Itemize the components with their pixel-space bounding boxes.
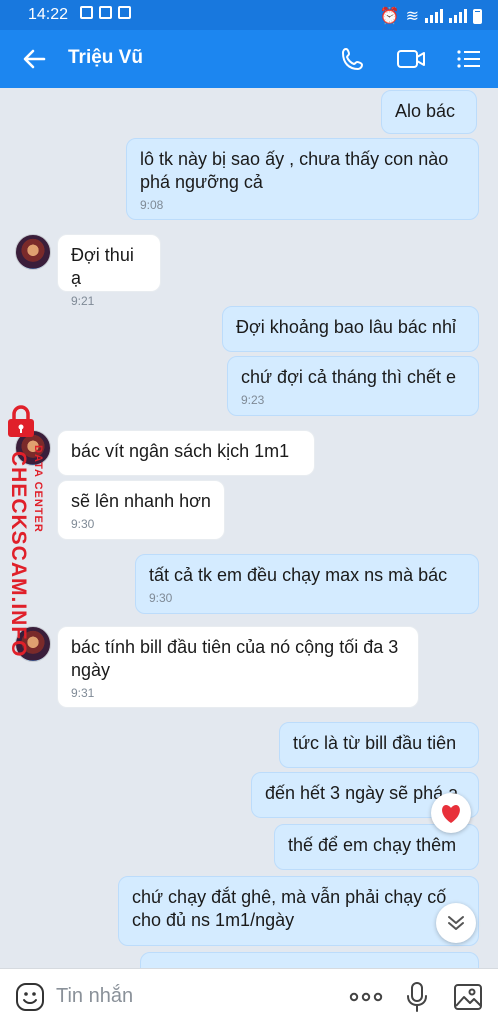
message-text: thế để em chạy thêm [288, 835, 457, 855]
message-bubble-sent[interactable]: chứ đợi cả tháng thì chết e 9:23 [227, 356, 479, 416]
message-text: bác tính bill đầu tiên của nó cộng tối đ… [71, 637, 399, 680]
image-gallery-icon[interactable] [452, 981, 484, 1018]
heart-icon [442, 805, 460, 823]
message-bubble-sent[interactable]: Đợi khoảng bao lâu bác nhỉ [222, 306, 479, 352]
sticker-emoji-icon[interactable] [14, 981, 46, 1018]
signal-icon [425, 9, 443, 23]
message-text: chứ đợi cả tháng thì chết e [241, 367, 456, 387]
message-bubble-sent[interactable]: chứ chạy đắt ghê, mà vẫn phải chạy cố ch… [118, 876, 479, 946]
message-text: Đợi khoảng bao lâu bác nhỉ [236, 317, 456, 337]
message-time: 9:30 [149, 591, 173, 605]
message-bubble-sent[interactable]: lô tk này bị sao ấy , chưa thấy con nào … [126, 138, 479, 220]
message-text: đến hết 3 ngày sẽ phá ạ [265, 783, 459, 803]
watermark: CHECKSCAM.INFO DATA CENTER [4, 405, 56, 658]
contact-name[interactable]: Triệu Vũ [68, 47, 143, 69]
message-bubble-sent[interactable]: tức là từ bill đầu tiên [279, 722, 479, 768]
message-text: tức là từ bill đầu tiên [293, 733, 457, 753]
notification-icons [80, 6, 131, 19]
watermark-text: CHECKSCAM.INFO [7, 451, 30, 658]
message-time: 9:21 [71, 294, 95, 308]
message-bubble-received[interactable]: bác vít ngân sách kịch 1m1 [57, 430, 315, 476]
lock-icon [8, 405, 34, 437]
message-bubble-sent[interactable]: tất cả tk em đều chạy max ns mà bác 9:30 [135, 554, 479, 614]
message-text: bác vít ngân sách kịch 1m1 [71, 441, 290, 461]
message-time: 9:30 [71, 517, 95, 531]
shop-icon [99, 6, 112, 19]
contact-avatar[interactable] [15, 234, 51, 270]
message-text: lô tk này bị sao ấy , chưa thấy con nào … [140, 149, 449, 192]
watermark-subtext: DATA CENTER [32, 445, 44, 533]
video-call-icon[interactable] [394, 42, 428, 76]
system-icons: ⏰ ≋ [380, 6, 482, 26]
message-bubble-received[interactable]: bác tính bill đầu tiên của nó cộng tối đ… [57, 626, 419, 708]
microphone-icon[interactable] [404, 981, 430, 1018]
message-bubble-received[interactable]: Đợi thui ạ 9:21 [57, 234, 161, 308]
alarm-icon: ⏰ [379, 8, 400, 25]
message-list[interactable]: Alo bác lô tk này bị sao ấy , chưa thấy … [0, 88, 498, 968]
phone-call-icon[interactable] [336, 42, 370, 76]
more-options-icon[interactable] [348, 983, 384, 1016]
scroll-down-button[interactable] [436, 903, 476, 943]
gallery-icon [80, 6, 93, 19]
message-text: sẽ lên nhanh hơn [71, 491, 211, 511]
message-text: Đợi thui ạ [71, 245, 134, 288]
wifi-icon: ≋ [405, 8, 419, 25]
battery-icon [473, 8, 482, 24]
message-text: Alo bác [395, 101, 456, 121]
message-time: 9:08 [140, 198, 164, 212]
back-arrow-icon[interactable] [18, 42, 52, 76]
status-bar: 14:22 ⏰ ≋ [0, 0, 498, 30]
message-time: 9:31 [71, 686, 95, 700]
message-bubble-sent[interactable]: Alo bác [381, 90, 477, 134]
message-icon [118, 6, 131, 19]
chat-header: Triệu Vũ [0, 30, 498, 88]
status-time: 14:22 [28, 6, 69, 23]
signal-2-icon [449, 9, 467, 23]
message-input[interactable]: Tin nhắn [56, 985, 133, 1008]
message-text: chứ chạy đắt ghê, mà vẫn phải chạy cố ch… [132, 887, 447, 930]
message-bubble-received[interactable]: sẽ lên nhanh hơn 9:30 [57, 480, 225, 540]
menu-list-icon[interactable] [452, 42, 486, 76]
message-bubble-sent[interactable] [140, 952, 479, 968]
message-text: tất cả tk em đều chạy max ns mà bác [149, 565, 448, 585]
reaction-heart-button[interactable] [431, 793, 471, 833]
double-chevron-down-icon [448, 916, 464, 930]
message-time: 9:23 [241, 393, 265, 407]
message-input-bar: Tin nhắn [0, 968, 498, 1025]
